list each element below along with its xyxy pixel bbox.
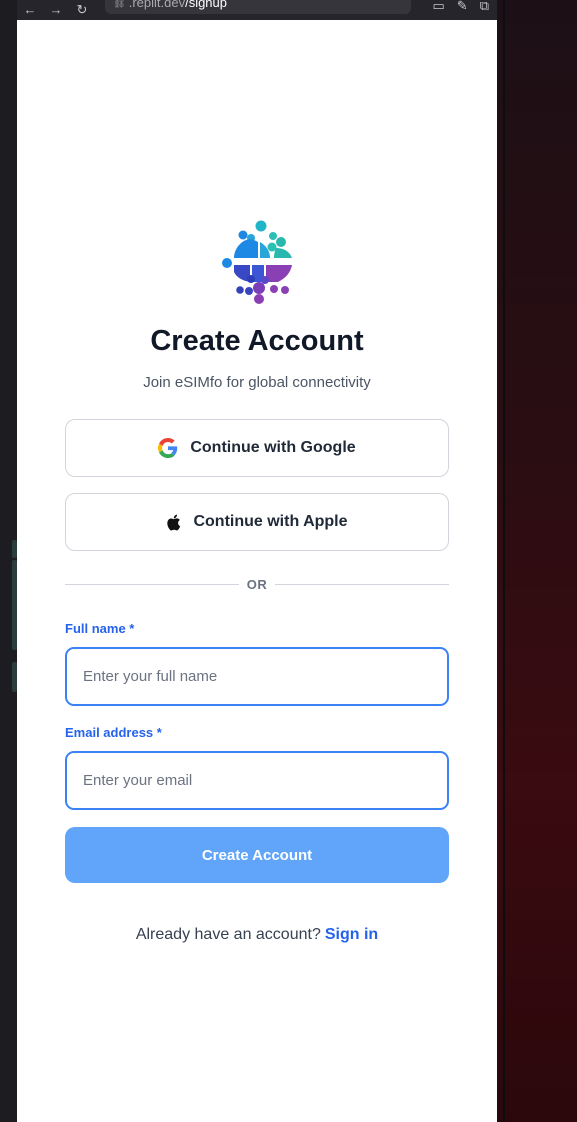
back-icon[interactable]: ← [17, 3, 43, 17]
link-icon: ⛓ [113, 0, 126, 9]
fullname-input[interactable] [65, 647, 449, 706]
continue-with-google-button[interactable]: Continue with Google [65, 419, 449, 477]
create-account-button[interactable]: Create Account [65, 827, 449, 883]
forward-icon[interactable]: → [43, 3, 69, 17]
reload-icon[interactable]: ↻ [69, 3, 95, 17]
or-divider: OR [65, 576, 449, 592]
fullname-label: Full name * [65, 621, 135, 636]
window-separator [503, 0, 505, 1122]
email-input[interactable] [65, 751, 449, 810]
wrench-icon[interactable]: ✎ [457, 0, 468, 14]
page-subtitle: Join eSIMfo for global connectivity [143, 374, 371, 391]
google-icon [158, 438, 178, 458]
google-button-label: Continue with Google [190, 439, 356, 456]
divider-text: OR [246, 576, 268, 592]
divider-line [65, 583, 239, 585]
apple-icon [167, 514, 181, 530]
apple-button-label: Continue with Apple [193, 513, 348, 530]
signin-prompt: Already have an account? Sign in [17, 926, 497, 944]
open-external-icon[interactable]: ⧉ [480, 0, 489, 14]
url-path: /signup [185, 0, 227, 10]
signup-page: Create Account Join eSIMfo for global co… [17, 20, 497, 1122]
devices-icon[interactable]: ▭ [433, 0, 445, 14]
continue-with-apple-button[interactable]: Continue with Apple [65, 493, 449, 551]
esimfo-globe-logo [222, 220, 292, 304]
email-label: Email address * [65, 725, 162, 740]
divider-line [275, 583, 449, 585]
signin-link[interactable]: Sign in [325, 926, 378, 943]
desktop-background [497, 0, 577, 1122]
toolbar-actions: ▭ ✎ ⧉ [433, 0, 490, 14]
signin-prompt-text: Already have an account? [135, 926, 321, 943]
address-bar[interactable]: ⛓ .replit.dev/signup [105, 0, 411, 14]
url-host: .replit.dev [128, 0, 186, 10]
browser-toolbar: ← → ↻ ⛓ .replit.dev/signup ▭ ✎ ⧉ [17, 0, 497, 20]
left-window-edge [0, 0, 17, 1122]
page-title: Create Account [150, 325, 364, 357]
